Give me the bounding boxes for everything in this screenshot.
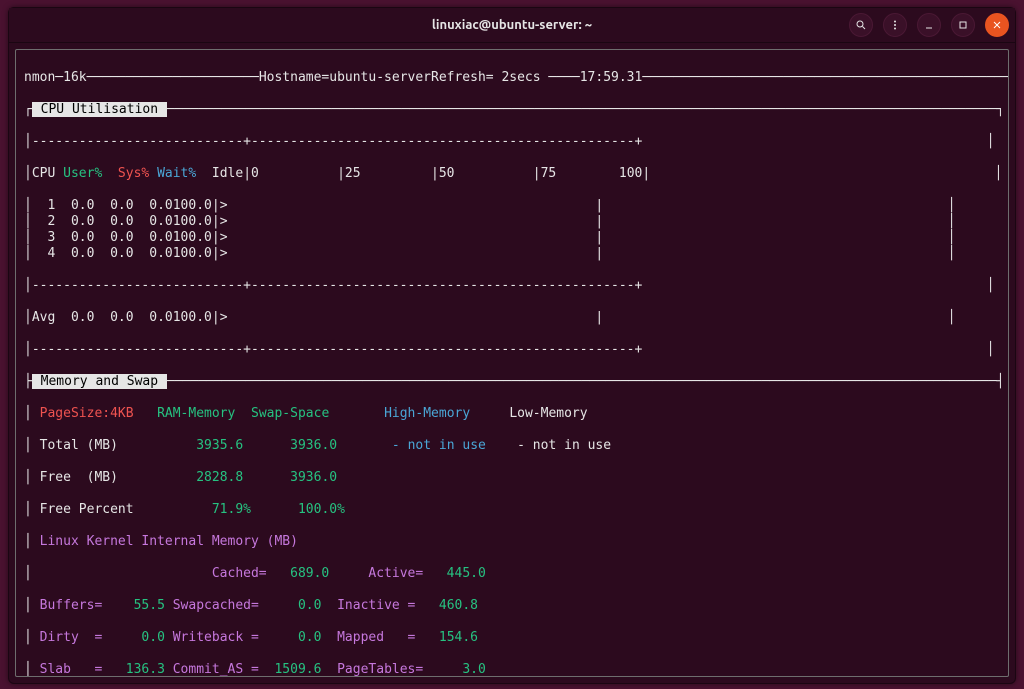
- mem-box-top: ├ Memory and Swap ──────────────────────…: [24, 374, 1000, 390]
- mem-k3: │ Dirty = 0.0 Writeback = 0.0 Mapped = 1…: [24, 630, 1000, 646]
- mem-total: │ Total (MB) 3935.6 3936.0 - not in use …: [24, 438, 1000, 454]
- maximize-icon: [957, 19, 969, 31]
- mem-hdr: │ PageSize:4KB RAM-Memory Swap-Space Hig…: [24, 406, 1000, 422]
- kebab-icon: [889, 19, 901, 31]
- close-icon: [991, 19, 1003, 31]
- cpu-dashes: │---------------------------+-----------…: [24, 134, 1000, 150]
- cpu-row: │ 4 0.0 0.0 0.0100.0|> | │: [24, 246, 1000, 262]
- mem-freepct: │ Free Percent 71.9% 100.0%: [24, 502, 1000, 518]
- titlebar: linuxiac@ubuntu-server: ~: [9, 8, 1015, 43]
- minimize-icon: [923, 19, 935, 31]
- menu-button[interactable]: [883, 13, 907, 37]
- cpu-dashes2: │---------------------------+-----------…: [24, 278, 1000, 294]
- cpu-row: │ 3 0.0 0.0 0.0100.0|> | │: [24, 230, 1000, 246]
- mem-k1: │ Cached= 689.0 Active= 445.0: [24, 566, 1000, 582]
- maximize-button[interactable]: [951, 13, 975, 37]
- search-button[interactable]: [849, 13, 873, 37]
- cpu-row: │ 2 0.0 0.0 0.0100.0|> | │: [24, 214, 1000, 230]
- search-icon: [855, 19, 867, 31]
- minimize-button[interactable]: [917, 13, 941, 37]
- cpu-header: │CPU User% Sys% Wait% Idle|0 |25 |50 |75…: [24, 166, 1000, 182]
- mem-k2: │ Buffers= 55.5 Swapcached= 0.0 Inactive…: [24, 598, 1000, 614]
- cpu-dashes3: │---------------------------+-----------…: [24, 342, 1000, 358]
- close-button[interactable]: [985, 13, 1009, 37]
- terminal-window: linuxiac@ubuntu-server: ~ nmon─16k──────…: [8, 7, 1016, 684]
- header-line: nmon─16k──────────────────────Hostname=u…: [24, 70, 1000, 86]
- mem-free: │ Free (MB) 2828.8 3936.0: [24, 470, 1000, 486]
- window-controls: [849, 13, 1009, 37]
- cpu-box-top: ┌ CPU Utilisation ──────────────────────…: [24, 102, 1000, 118]
- cpu-avg: │Avg 0.0 0.0 0.0100.0|> | │: [24, 310, 1000, 326]
- mem-k4: │ Slab = 136.3 Commit_AS = 1509.6 PageTa…: [24, 662, 1000, 677]
- cpu-row: │ 1 0.0 0.0 0.0100.0|> | │: [24, 198, 1000, 214]
- mem-kernel-hdr: │ Linux Kernel Internal Memory (MB): [24, 534, 1000, 550]
- terminal-body[interactable]: nmon─16k──────────────────────Hostname=u…: [15, 49, 1009, 677]
